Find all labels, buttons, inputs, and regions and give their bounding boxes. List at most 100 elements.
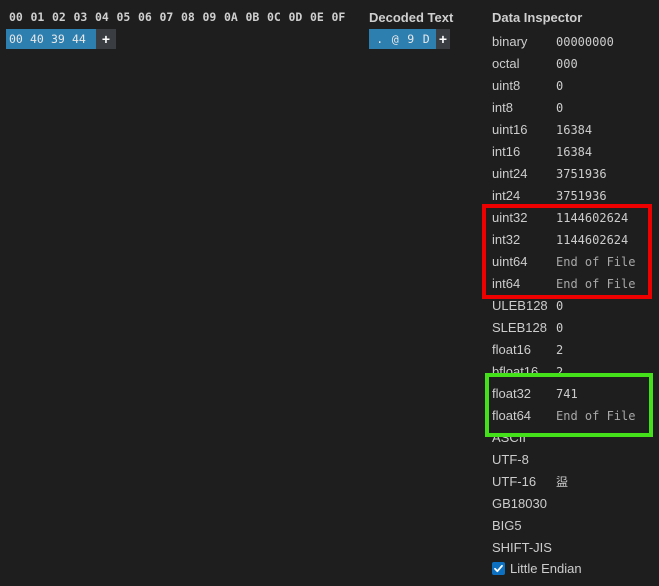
hex-byte[interactable]: 44 xyxy=(72,32,90,46)
inspector-value: 000 xyxy=(556,57,578,71)
decoded-chars[interactable]: . @9 D xyxy=(369,29,436,49)
inspector-row-float32: float32 741 xyxy=(492,383,657,405)
inspector-label: SLEB128 xyxy=(492,320,547,335)
inspector-row-utf-8: UTF-8 xyxy=(492,449,657,471)
inspector-value: 䀀 xyxy=(556,475,569,489)
inspector-row-uint8: uint8 0 xyxy=(492,75,657,97)
inspector-label: uint24 xyxy=(492,166,528,181)
inspector-label: int8 xyxy=(492,100,513,115)
inspector-label: float32 xyxy=(492,386,532,401)
checkmark-icon xyxy=(494,564,503,573)
inspector-label: ULEB128 xyxy=(492,298,548,313)
inspector-value: 0 xyxy=(556,299,564,313)
add-char-button[interactable]: + xyxy=(436,29,450,49)
inspector-value: 3751936 xyxy=(556,189,607,203)
inspector-row-sleb128: SLEB128 0 xyxy=(492,317,657,339)
decoded-char[interactable]: @ xyxy=(388,32,404,46)
inspector-label: octal xyxy=(492,56,520,71)
inspector-row-binary: binary 00000000 xyxy=(492,31,657,53)
inspector-label: float64 xyxy=(492,408,532,423)
hex-header-cell: 0B xyxy=(245,10,260,24)
inspector-value: 16384 xyxy=(556,145,593,159)
inspector-row-float16: float16 2 xyxy=(492,339,657,361)
inspector-row-uint16: uint16 16384 xyxy=(492,119,657,141)
inspector-label: ASCII xyxy=(492,430,526,445)
inspector-label: BIG5 xyxy=(492,518,522,533)
inspector-value: 2 xyxy=(556,343,564,357)
inspector-label: uint64 xyxy=(492,254,528,269)
inspector-row-big5: BIG5 xyxy=(492,515,657,537)
add-byte-button[interactable]: + xyxy=(96,29,116,49)
inspector-value: 741 xyxy=(556,387,578,401)
little-endian-toggle[interactable]: Little Endian xyxy=(492,561,582,576)
hex-header-cell: 07 xyxy=(159,10,174,24)
hex-row: 00 40 39 44 + xyxy=(6,29,116,49)
inspector-row-ascii: ASCII xyxy=(492,427,657,449)
inspector-row-gb18030: GB18030 xyxy=(492,493,657,515)
inspector-label: binary xyxy=(492,34,528,49)
hex-byte[interactable]: 39 xyxy=(51,32,69,46)
inspector-label: UTF-8 xyxy=(492,452,529,467)
hex-header-cell: 0D xyxy=(288,10,303,24)
hex-header-cell: 01 xyxy=(30,10,45,24)
inspector-row-float64: float64 End of File xyxy=(492,405,657,427)
inspector-label: int24 xyxy=(492,188,521,203)
inspector-value: 3751936 xyxy=(556,167,607,181)
hex-byte[interactable]: 40 xyxy=(30,32,48,46)
decoded-char[interactable]: . xyxy=(372,32,388,46)
hex-column-header: 00 01 02 03 04 05 06 07 08 09 0A 0B 0C 0D 0E 0F xyxy=(9,10,353,24)
inspector-value: 0 xyxy=(556,101,564,115)
inspector-row-bfloat16: bfloat16 2 xyxy=(492,361,657,383)
inspector-value: End of File xyxy=(556,409,636,423)
inspector-label: uint16 xyxy=(492,122,528,137)
little-endian-label: Little Endian xyxy=(510,561,582,576)
decoded-char[interactable]: D xyxy=(419,32,435,46)
hex-header-cell: 0F xyxy=(331,10,346,24)
inspector-row-utf-16: UTF-16 䀀 xyxy=(492,471,657,493)
inspector-label: uint32 xyxy=(492,210,528,225)
hex-header-cell: 08 xyxy=(181,10,195,24)
inspector-row-int32: int32 1144602624 xyxy=(492,229,657,251)
inspector-label: UTF-16 xyxy=(492,474,537,489)
inspector-row-uint32: uint32 1144602624 xyxy=(492,207,657,229)
data-inspector-table: binary 00000000 octal 000 uint8 0 int8 0 uint16 1… xyxy=(492,31,657,559)
inspector-value: 16384 xyxy=(556,123,593,137)
hex-header-cell: 0E xyxy=(310,10,324,24)
inspector-row-uint24: uint24 3751936 xyxy=(492,163,657,185)
inspector-row-octal: octal 000 xyxy=(492,53,657,75)
inspector-row-int64: int64 End of File xyxy=(492,273,657,295)
inspector-value: End of File xyxy=(556,277,636,291)
inspector-value: 00000000 xyxy=(556,35,614,49)
inspector-value: 1144602624 xyxy=(556,233,629,247)
inspector-label: int16 xyxy=(492,144,521,159)
data-inspector-title: Data Inspector xyxy=(492,10,583,25)
inspector-row-uleb128: ULEB128 0 xyxy=(492,295,657,317)
hex-header-cell: 06 xyxy=(138,10,152,24)
inspector-row-int24: int24 3751936 xyxy=(492,185,657,207)
hex-header-cell: 05 xyxy=(116,10,131,24)
inspector-row-int16: int16 16384 xyxy=(492,141,657,163)
inspector-value: End of File xyxy=(556,255,636,269)
decoded-char[interactable]: 9 xyxy=(403,32,419,46)
decoded-text-title: Decoded Text xyxy=(369,10,454,25)
inspector-value: 0 xyxy=(556,321,564,335)
decoded-row: . @9 D + xyxy=(369,29,450,49)
hex-header-cell: 0A xyxy=(224,10,238,24)
inspector-label: bfloat16 xyxy=(492,364,539,379)
hex-header-cell: 0C xyxy=(267,10,281,24)
little-endian-checkbox[interactable] xyxy=(492,562,505,575)
inspector-label: float16 xyxy=(492,342,532,357)
hex-header-cell: 09 xyxy=(202,10,217,24)
inspector-value: 1144602624 xyxy=(556,211,629,225)
inspector-row-int8: int8 0 xyxy=(492,97,657,119)
hex-byte[interactable]: 00 xyxy=(9,32,27,46)
hex-header-cell: 04 xyxy=(95,10,109,24)
hex-bytes[interactable]: 00 40 39 44 xyxy=(6,29,96,49)
hex-header-cell: 02 xyxy=(52,10,66,24)
inspector-label: int64 xyxy=(492,276,521,291)
inspector-row-shift-jis: SHIFT-JIS xyxy=(492,537,657,559)
inspector-label: int32 xyxy=(492,232,521,247)
inspector-row-uint64: uint64 End of File xyxy=(492,251,657,273)
hex-header-cell: 00 xyxy=(9,10,23,24)
inspector-label: SHIFT-JIS xyxy=(492,540,552,555)
